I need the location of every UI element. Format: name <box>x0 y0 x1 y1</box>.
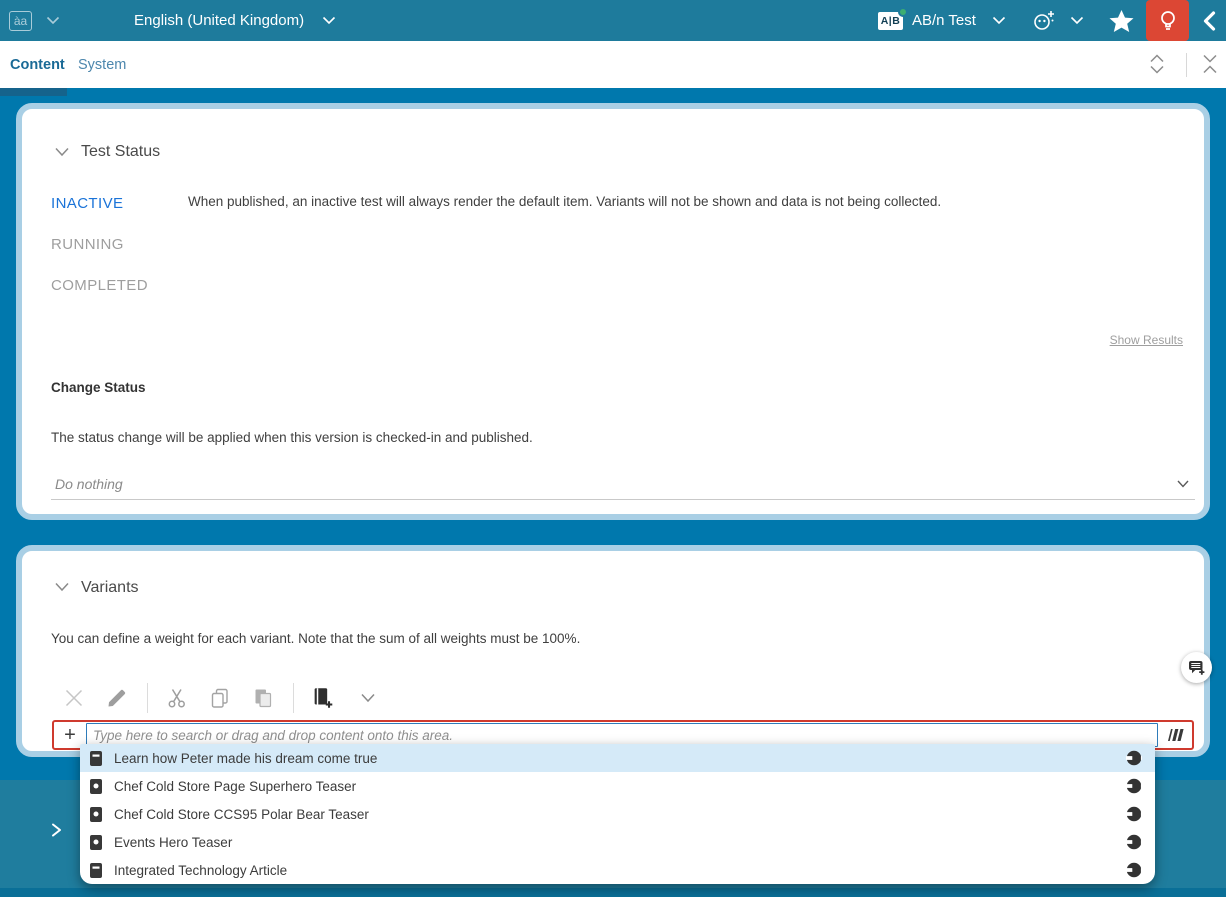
copy-icon <box>208 686 232 710</box>
language-icon: àa <box>9 11 32 31</box>
language-label: English (United Kingdom) <box>134 12 304 29</box>
collapse-sections-button[interactable] <box>1197 51 1223 77</box>
change-status-description: The status change will be applied when t… <box>51 430 533 445</box>
language-selector[interactable]: English (United Kingdom) <box>134 0 336 41</box>
chevron-right-icon <box>48 820 65 840</box>
tab-content-label: Content <box>10 57 65 73</box>
divider <box>147 683 148 713</box>
suggestion-item[interactable]: Chef Cold Store CCS95 Polar Bear Teaser <box>80 800 1155 828</box>
chevron-down-icon <box>360 693 376 703</box>
new-item-menu-button[interactable] <box>355 685 381 711</box>
status-description: When published, an inactive test will al… <box>188 194 1138 209</box>
delete-icon <box>62 686 86 710</box>
document-icon <box>90 751 102 766</box>
suggestion-item[interactable]: Events Hero Teaser <box>80 828 1155 856</box>
suggestion-label: Chef Cold Store CCS95 Polar Bear Teaser <box>114 807 1126 822</box>
document-icon <box>90 863 102 878</box>
tab-system[interactable]: System <box>78 41 126 88</box>
collapsed-section-toggle[interactable] <box>48 820 65 845</box>
chevron-down-icon <box>46 16 60 25</box>
ab-badge-text: A|B <box>881 15 901 27</box>
new-item-button[interactable] <box>310 685 336 711</box>
chevron-down-icon <box>992 16 1006 25</box>
change-status-value: Do nothing <box>55 476 123 492</box>
field-menu-button[interactable] <box>1158 725 1192 745</box>
top-bar: àa English (United Kingdom) A|B AB/n Tes… <box>0 0 1226 41</box>
status-dot <box>898 7 908 17</box>
variants-toolbar <box>61 682 398 714</box>
star-icon <box>1108 8 1135 34</box>
chevron-down-icon <box>322 16 336 25</box>
delete-button[interactable] <box>61 685 87 711</box>
document-icon <box>90 835 102 850</box>
suggestion-item[interactable]: Chef Cold Store Page Superhero Teaser <box>80 772 1155 800</box>
section-title: Test Status <box>81 143 160 161</box>
suggestion-label: Chef Cold Store Page Superhero Teaser <box>114 779 1126 794</box>
globe-icon <box>1126 862 1142 878</box>
divider <box>1186 53 1187 77</box>
status-running[interactable]: RUNNING <box>51 236 124 253</box>
add-comment-button[interactable] <box>1181 652 1212 683</box>
expand-sections-button[interactable] <box>1144 51 1170 77</box>
paste-button[interactable] <box>250 685 276 711</box>
document-icon <box>90 779 102 794</box>
chevron-down-icon <box>1070 16 1084 25</box>
test-type-selector[interactable]: A|B AB/n Test <box>878 0 1006 41</box>
cut-button[interactable] <box>164 685 190 711</box>
globe-icon <box>1126 750 1142 766</box>
globe-icon <box>1126 806 1142 822</box>
gear-sparkle-button[interactable] <box>1031 0 1084 41</box>
section-chevron-icon[interactable] <box>54 582 70 592</box>
ab-test-icon: A|B <box>878 12 903 30</box>
new-item-icon <box>310 685 336 711</box>
chevron-left-icon <box>1199 9 1219 33</box>
tab-system-label: System <box>78 57 126 73</box>
language-icon-button[interactable]: àa <box>9 0 60 41</box>
show-results-link[interactable]: Show Results <box>1110 333 1183 347</box>
test-type-label: AB/n Test <box>912 12 976 29</box>
comment-add-icon <box>1187 658 1206 677</box>
change-status-select[interactable]: Do nothing <box>51 470 1195 500</box>
collapse-panel-button[interactable] <box>1199 0 1219 41</box>
globe-icon <box>1126 778 1142 794</box>
suggestion-item[interactable]: Learn how Peter made his dream come true <box>80 744 1155 772</box>
test-status-panel: Test Status INACTIVE When published, an … <box>16 103 1210 520</box>
suggestion-item[interactable]: Integrated Technology Article <box>80 856 1155 884</box>
copy-button[interactable] <box>207 685 233 711</box>
gear-sparkle-icon <box>1031 8 1057 34</box>
suggestion-label: Events Hero Teaser <box>114 835 1126 850</box>
edit-button[interactable] <box>104 685 130 711</box>
expand-sections-icon <box>1144 51 1170 77</box>
suggestion-label: Learn how Peter made his dream come true <box>114 751 1126 766</box>
document-icon <box>90 807 102 822</box>
cut-icon <box>165 686 189 710</box>
suggestion-label: Integrated Technology Article <box>114 863 1126 878</box>
search-suggestions-dropdown: Learn how Peter made his dream come true… <box>80 744 1155 884</box>
globe-icon <box>1126 834 1142 850</box>
collapse-sections-icon <box>1197 51 1223 77</box>
tab-bar: Content System <box>0 41 1226 88</box>
suggestion-alert-button[interactable] <box>1146 0 1189 41</box>
lightbulb-icon <box>1156 8 1180 34</box>
favorite-button[interactable] <box>1108 0 1135 41</box>
bottom-edge-strip <box>0 888 1226 897</box>
tab-content[interactable]: Content <box>10 41 65 88</box>
active-tab-indicator <box>0 88 67 96</box>
change-status-title: Change Status <box>51 380 146 395</box>
status-completed[interactable]: COMPLETED <box>51 277 148 294</box>
variants-panel: Variants You can define a weight for eac… <box>16 545 1210 757</box>
section-title: Variants <box>81 579 139 597</box>
paste-icon <box>251 686 275 710</box>
section-chevron-icon[interactable] <box>54 147 70 157</box>
variants-description: You can define a weight for each variant… <box>51 631 580 646</box>
edit-icon <box>105 686 129 710</box>
status-inactive[interactable]: INACTIVE <box>51 195 123 212</box>
field-menu-icon <box>1164 725 1186 745</box>
divider <box>293 683 294 713</box>
chevron-down-icon <box>1177 480 1189 488</box>
